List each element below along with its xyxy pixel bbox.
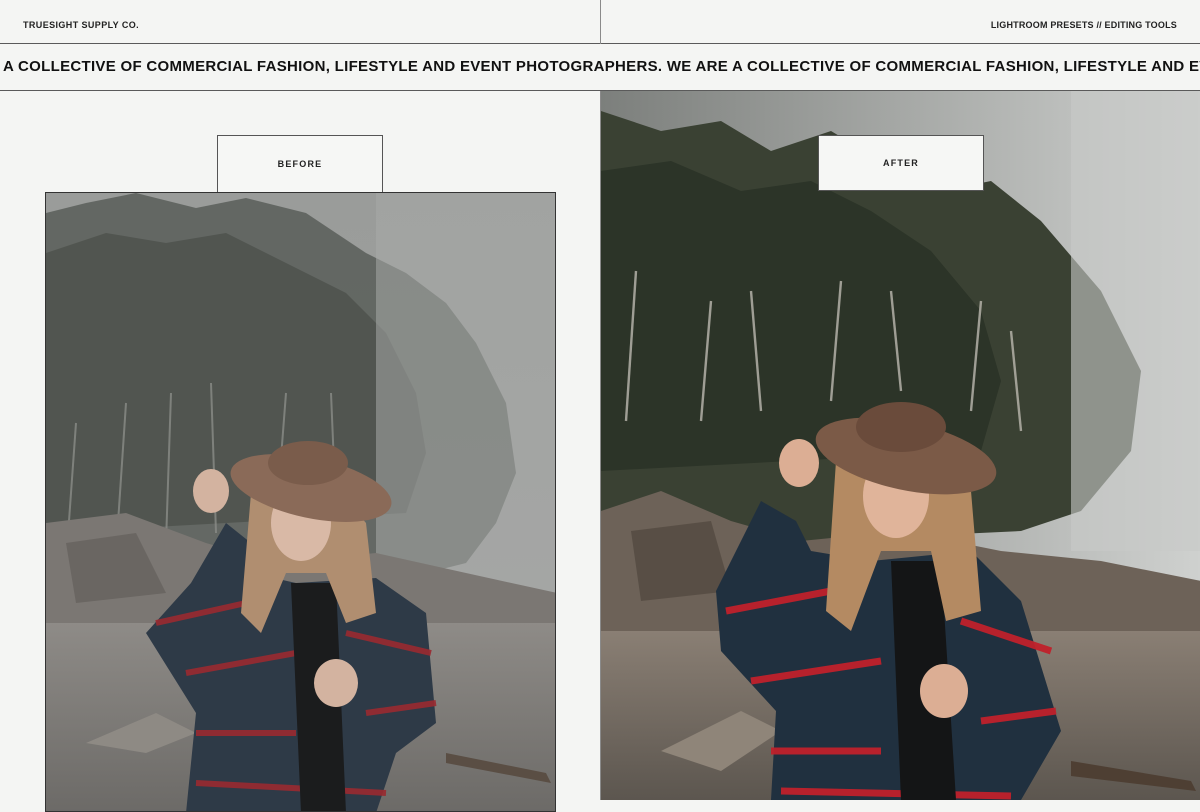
before-photo-illustration [46, 193, 555, 811]
top-bar: TRUESIGHT SUPPLY CO. LIGHTROOM PRESETS /… [0, 0, 1200, 44]
tagline: LIGHTROOM PRESETS // EDITING TOOLS [990, 20, 1177, 30]
brand-name[interactable]: TRUESIGHT SUPPLY CO. [23, 20, 139, 30]
after-label: AFTER [818, 135, 984, 191]
before-panel: BEFORE [0, 91, 600, 812]
after-panel: AFTER [600, 91, 1200, 800]
marquee-banner: A COLLECTIVE OF COMMERCIAL FASHION, LIFE… [0, 44, 1200, 91]
before-photo [45, 192, 556, 812]
before-label: BEFORE [217, 135, 383, 192]
after-photo-illustration [601, 91, 1200, 800]
header-divider [600, 0, 601, 44]
marquee-text: A COLLECTIVE OF COMMERCIAL FASHION, LIFE… [3, 58, 1200, 75]
